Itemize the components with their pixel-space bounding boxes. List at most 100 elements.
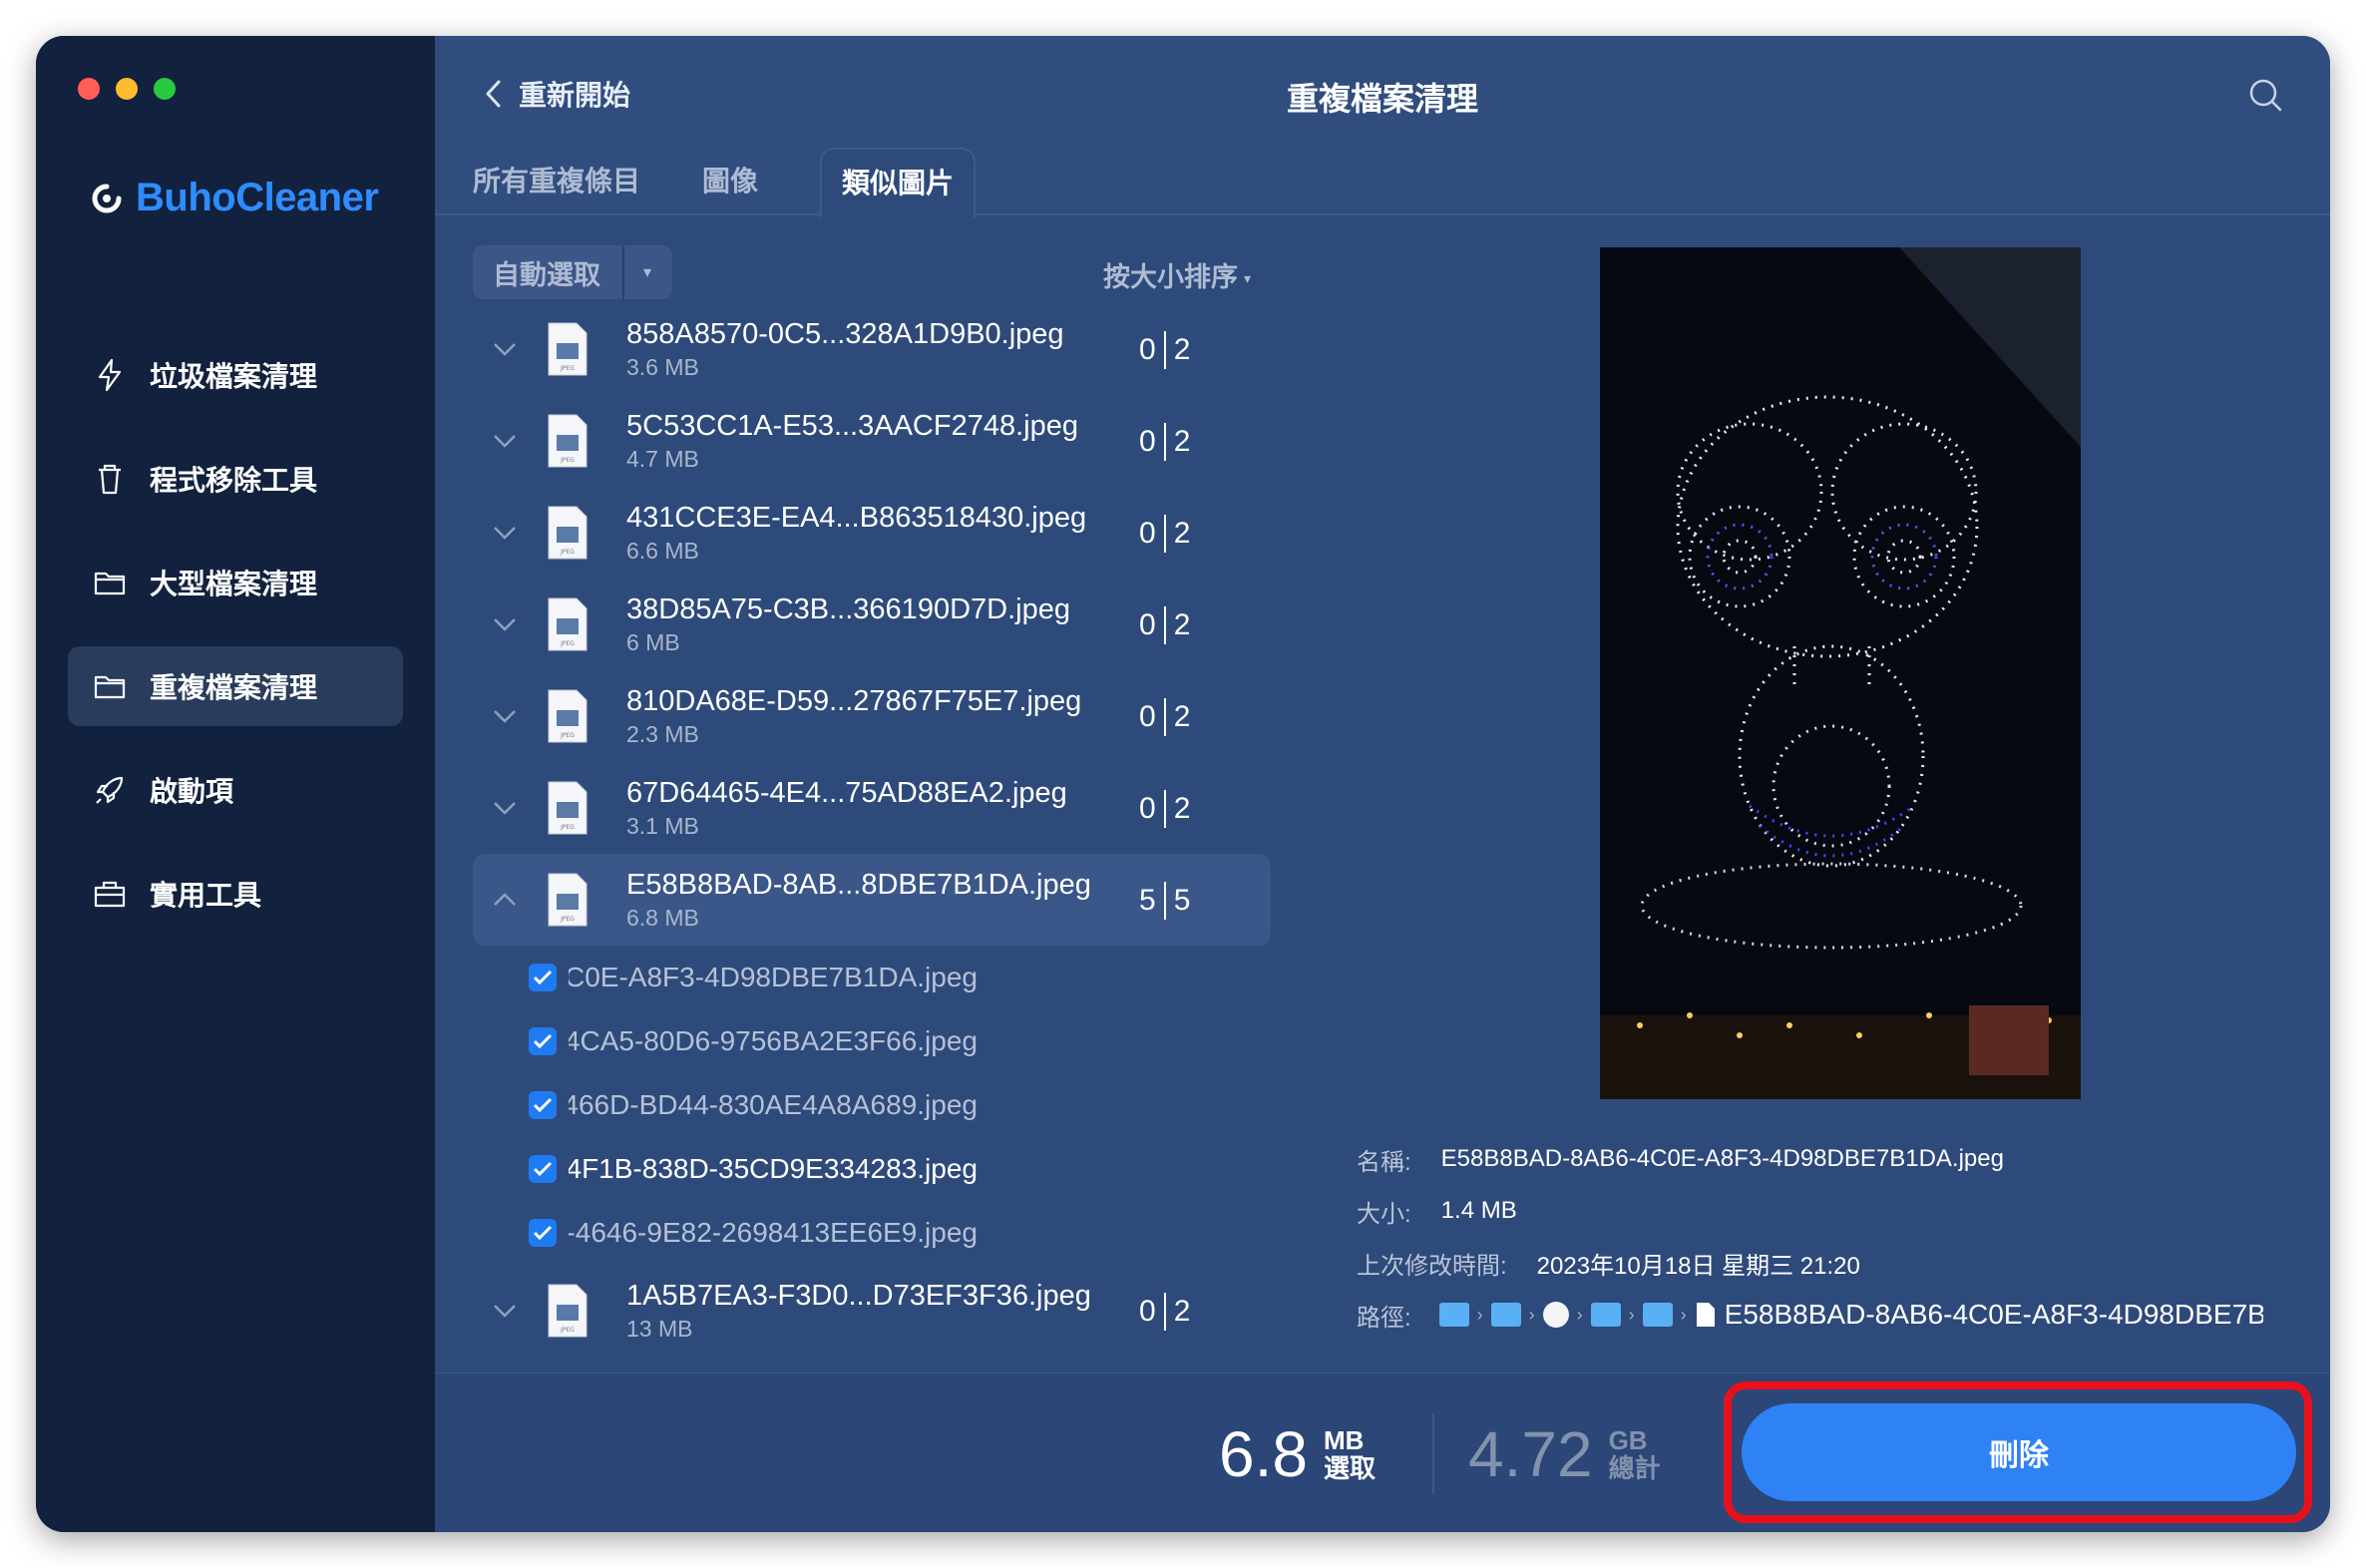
selection-count: 02 bbox=[1139, 515, 1190, 553]
drone-show-photo bbox=[1600, 247, 2081, 1099]
tab-bar: 所有重複條目 圖像 類似圖片 bbox=[473, 148, 977, 217]
sidebar-item-toolkit[interactable]: 實用工具 bbox=[68, 854, 403, 934]
file-group-row[interactable]: JPEG 5C53CC1A-E53...3AACF2748.jpeg 4.7 M… bbox=[473, 395, 1271, 487]
similar-file-name: 58B8BAD-8AB6-4C0E-A8F3-4D98DBE7B1DA.jpeg bbox=[569, 962, 978, 992]
sidebar-item-junk-cleaner[interactable]: 垃圾檔案清理 bbox=[68, 335, 403, 415]
selection-count: 02 bbox=[1139, 698, 1190, 736]
file-checkbox[interactable] bbox=[529, 1155, 557, 1183]
caret-down-icon: ▾ bbox=[1243, 270, 1251, 287]
similar-file-name: 3DC13F91-512C-466D-BD44-830AE4A8A689.jpe… bbox=[569, 1089, 978, 1120]
chevron-down-icon[interactable] bbox=[485, 341, 525, 357]
selection-count: 02 bbox=[1139, 1293, 1190, 1331]
similar-file-item[interactable]: 09E7E45E-E48B-4CA5-80D6-9756BA2E3F66.jpe… bbox=[473, 1009, 1271, 1073]
svg-text:JPEG: JPEG bbox=[560, 640, 575, 647]
file-size: 4.7 MB bbox=[626, 446, 699, 472]
user-folder-icon[interactable] bbox=[1490, 1303, 1521, 1327]
name-label: 名稱: bbox=[1357, 1148, 1411, 1176]
detail-modified-row: 上次修改時間: 2023年10月18日 星期三 21:20 bbox=[1357, 1237, 2314, 1289]
folder-icon[interactable] bbox=[1590, 1303, 1621, 1327]
file-group-row[interactable]: JPEG 1A5B7EA3-F3D0...D73EF3F36.jpeg 13 M… bbox=[473, 1265, 1271, 1357]
svg-text:JPEG: JPEG bbox=[560, 916, 575, 923]
count-divider bbox=[1163, 423, 1166, 461]
sidebar-item-label: 程式移除工具 bbox=[150, 465, 318, 496]
auto-select-dropdown[interactable]: 自動選取 ▾ bbox=[473, 245, 672, 299]
brand: BuhoCleaner bbox=[90, 176, 379, 220]
similar-file-item[interactable]: 3DC13F91-512C-466D-BD44-830AE4A8A689.jpe… bbox=[473, 1073, 1271, 1137]
toolbox-icon bbox=[94, 881, 126, 908]
photos-app-icon[interactable] bbox=[1542, 1302, 1569, 1328]
selection-count: 02 bbox=[1139, 331, 1190, 369]
file-group-row[interactable]: JPEG 67D64465-4E4...75AD88EA2.jpeg 3.1 M… bbox=[473, 762, 1271, 854]
file-checkbox[interactable] bbox=[529, 964, 557, 991]
sidebar-item-app-uninstaller[interactable]: 程式移除工具 bbox=[68, 439, 403, 519]
delete-button[interactable]: 刪除 bbox=[1742, 1403, 2296, 1501]
file-group-row[interactable]: JPEG 38D85A75-C3B...366190D7D.jpeg 6 MB … bbox=[473, 579, 1271, 670]
similar-file-item[interactable]: CAD7DDCE-F208-4646-9E82-2698413EE6E9.jpe… bbox=[473, 1201, 1271, 1265]
total-count: 2 bbox=[1173, 608, 1191, 641]
file-group-row-expanded[interactable]: JPEG E58B8BAD-8AB...8DBE7B1DA.jpeg 6.8 M… bbox=[473, 854, 1271, 946]
file-name: 38D85A75-C3B...366190D7D.jpeg bbox=[626, 593, 1070, 625]
selected-size: 6.8 MB 選取 bbox=[1219, 1417, 1376, 1491]
similar-file-item[interactable]: 58B8BAD-8AB6-4C0E-A8F3-4D98DBE7B1DA.jpeg bbox=[473, 946, 1271, 1009]
similar-file-item[interactable]: 4284FA22-4EEA-4F1B-838D-35CD9E334283.jpe… bbox=[473, 1137, 1271, 1201]
selected-size-value: 6.8 bbox=[1219, 1418, 1308, 1490]
zoom-window-button[interactable] bbox=[154, 78, 176, 100]
selected-count: 0 bbox=[1139, 425, 1156, 458]
close-window-button[interactable] bbox=[78, 78, 100, 100]
path-separator: › bbox=[1476, 1304, 1483, 1325]
folder-icon[interactable] bbox=[1642, 1303, 1673, 1327]
selected-count: 0 bbox=[1139, 1295, 1156, 1328]
caret-down-icon[interactable]: ▾ bbox=[624, 262, 670, 282]
path-separator: › bbox=[1576, 1304, 1583, 1325]
file-size: 2.3 MB bbox=[626, 721, 699, 747]
tab-all-duplicates[interactable]: 所有重複條目 bbox=[473, 148, 662, 215]
chevron-up-icon[interactable] bbox=[485, 892, 525, 908]
sidebar-nav: 垃圾檔案清理 程式移除工具 大型檔案清理 重複檔案清理 啟動項 實用工具 bbox=[68, 335, 403, 958]
file-group-row[interactable]: JPEG 810DA68E-D59...27867F75E7.jpeg 2.3 … bbox=[473, 670, 1271, 762]
file-group-row[interactable]: JPEG 858A8570-0C5...328A1D9B0.jpeg 3.6 M… bbox=[473, 303, 1271, 395]
sidebar-item-large-files[interactable]: 大型檔案清理 bbox=[68, 543, 403, 622]
file-info: E58B8BAD-8AB...8DBE7B1DA.jpeg 6.8 MB bbox=[626, 867, 1125, 933]
file-checkbox[interactable] bbox=[529, 1091, 557, 1119]
sidebar: BuhoCleaner 垃圾檔案清理 程式移除工具 大型檔案清理 重複檔案清理 … bbox=[36, 36, 435, 1532]
selection-count: 02 bbox=[1139, 606, 1190, 644]
tab-images[interactable]: 圖像 bbox=[702, 148, 780, 215]
chevron-down-icon[interactable] bbox=[485, 800, 525, 816]
sidebar-item-startup-items[interactable]: 啟動項 bbox=[68, 750, 403, 830]
file-size: 3.6 MB bbox=[626, 354, 699, 380]
document-icon bbox=[1696, 1303, 1715, 1327]
footer-divider bbox=[1432, 1413, 1434, 1493]
file-group-row[interactable]: JPEG 431CCE3E-EA4...B863518430.jpeg 6.6 … bbox=[473, 487, 1271, 579]
home-folder-icon[interactable] bbox=[1438, 1303, 1469, 1327]
sidebar-item-label: 實用工具 bbox=[150, 880, 262, 911]
chevron-down-icon[interactable] bbox=[485, 525, 525, 541]
file-info: 431CCE3E-EA4...B863518430.jpeg 6.6 MB bbox=[626, 500, 1125, 566]
chevron-down-icon[interactable] bbox=[485, 708, 525, 724]
chevron-down-icon[interactable] bbox=[485, 1303, 525, 1319]
selected-size-unit: MB 選取 bbox=[1324, 1426, 1376, 1482]
similar-file-name: 4284FA22-4EEA-4F1B-838D-35CD9E334283.jpe… bbox=[569, 1153, 978, 1184]
file-checkbox[interactable] bbox=[529, 1027, 557, 1055]
minimize-window-button[interactable] bbox=[116, 78, 138, 100]
name-value: E58B8BAD-8AB6-4C0E-A8F3-4D98DBE7B1DA.jpe… bbox=[1440, 1145, 2004, 1172]
total-size: 4.72 GB 總計 bbox=[1468, 1417, 1661, 1491]
chevron-down-icon[interactable] bbox=[485, 616, 525, 632]
svg-text:JPEG: JPEG bbox=[560, 1327, 575, 1334]
file-checkbox[interactable] bbox=[529, 1219, 557, 1247]
file-size: 6.8 MB bbox=[626, 905, 699, 931]
count-divider bbox=[1163, 882, 1166, 920]
count-divider bbox=[1163, 606, 1166, 644]
sort-dropdown[interactable]: 按大小排序 ▾ bbox=[1103, 255, 1251, 294]
sidebar-item-duplicate-files[interactable]: 重複檔案清理 bbox=[68, 646, 403, 726]
chevron-down-icon[interactable] bbox=[485, 433, 525, 449]
file-size: 13 MB bbox=[626, 1316, 693, 1342]
file-info: 67D64465-4E4...75AD88EA2.jpeg 3.1 MB bbox=[626, 775, 1125, 841]
tab-similar-photos[interactable]: 類似圖片 bbox=[820, 148, 977, 217]
svg-text:JPEG: JPEG bbox=[560, 365, 575, 372]
total-unit: GB bbox=[1608, 1425, 1648, 1455]
total-count: 2 bbox=[1173, 333, 1191, 366]
detail-name-row: 名稱: E58B8BAD-8AB6-4C0E-A8F3-4D98DBE7B1DA… bbox=[1357, 1133, 2314, 1185]
lightning-icon bbox=[98, 358, 122, 392]
total-label: 總計 bbox=[1608, 1453, 1661, 1483]
search-icon[interactable] bbox=[2246, 76, 2284, 114]
